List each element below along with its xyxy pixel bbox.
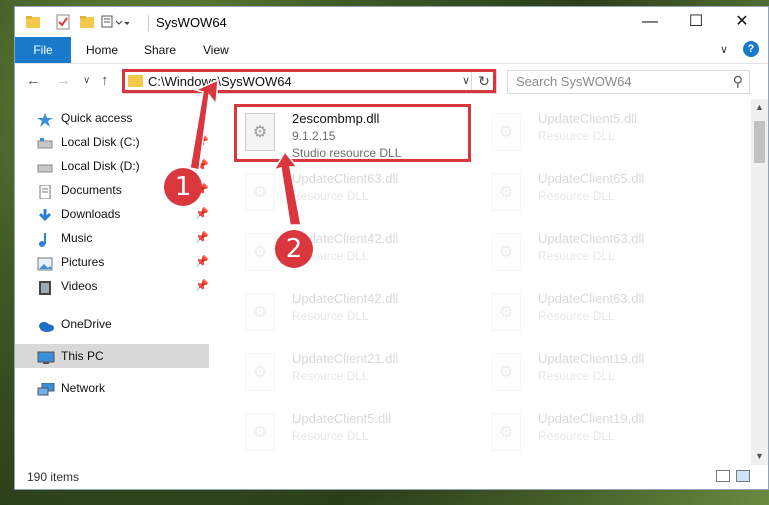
- step-2-badge: 2: [275, 230, 313, 268]
- annotation-arrows: [189, 78, 302, 226]
- step-1-badge: 1: [164, 168, 202, 206]
